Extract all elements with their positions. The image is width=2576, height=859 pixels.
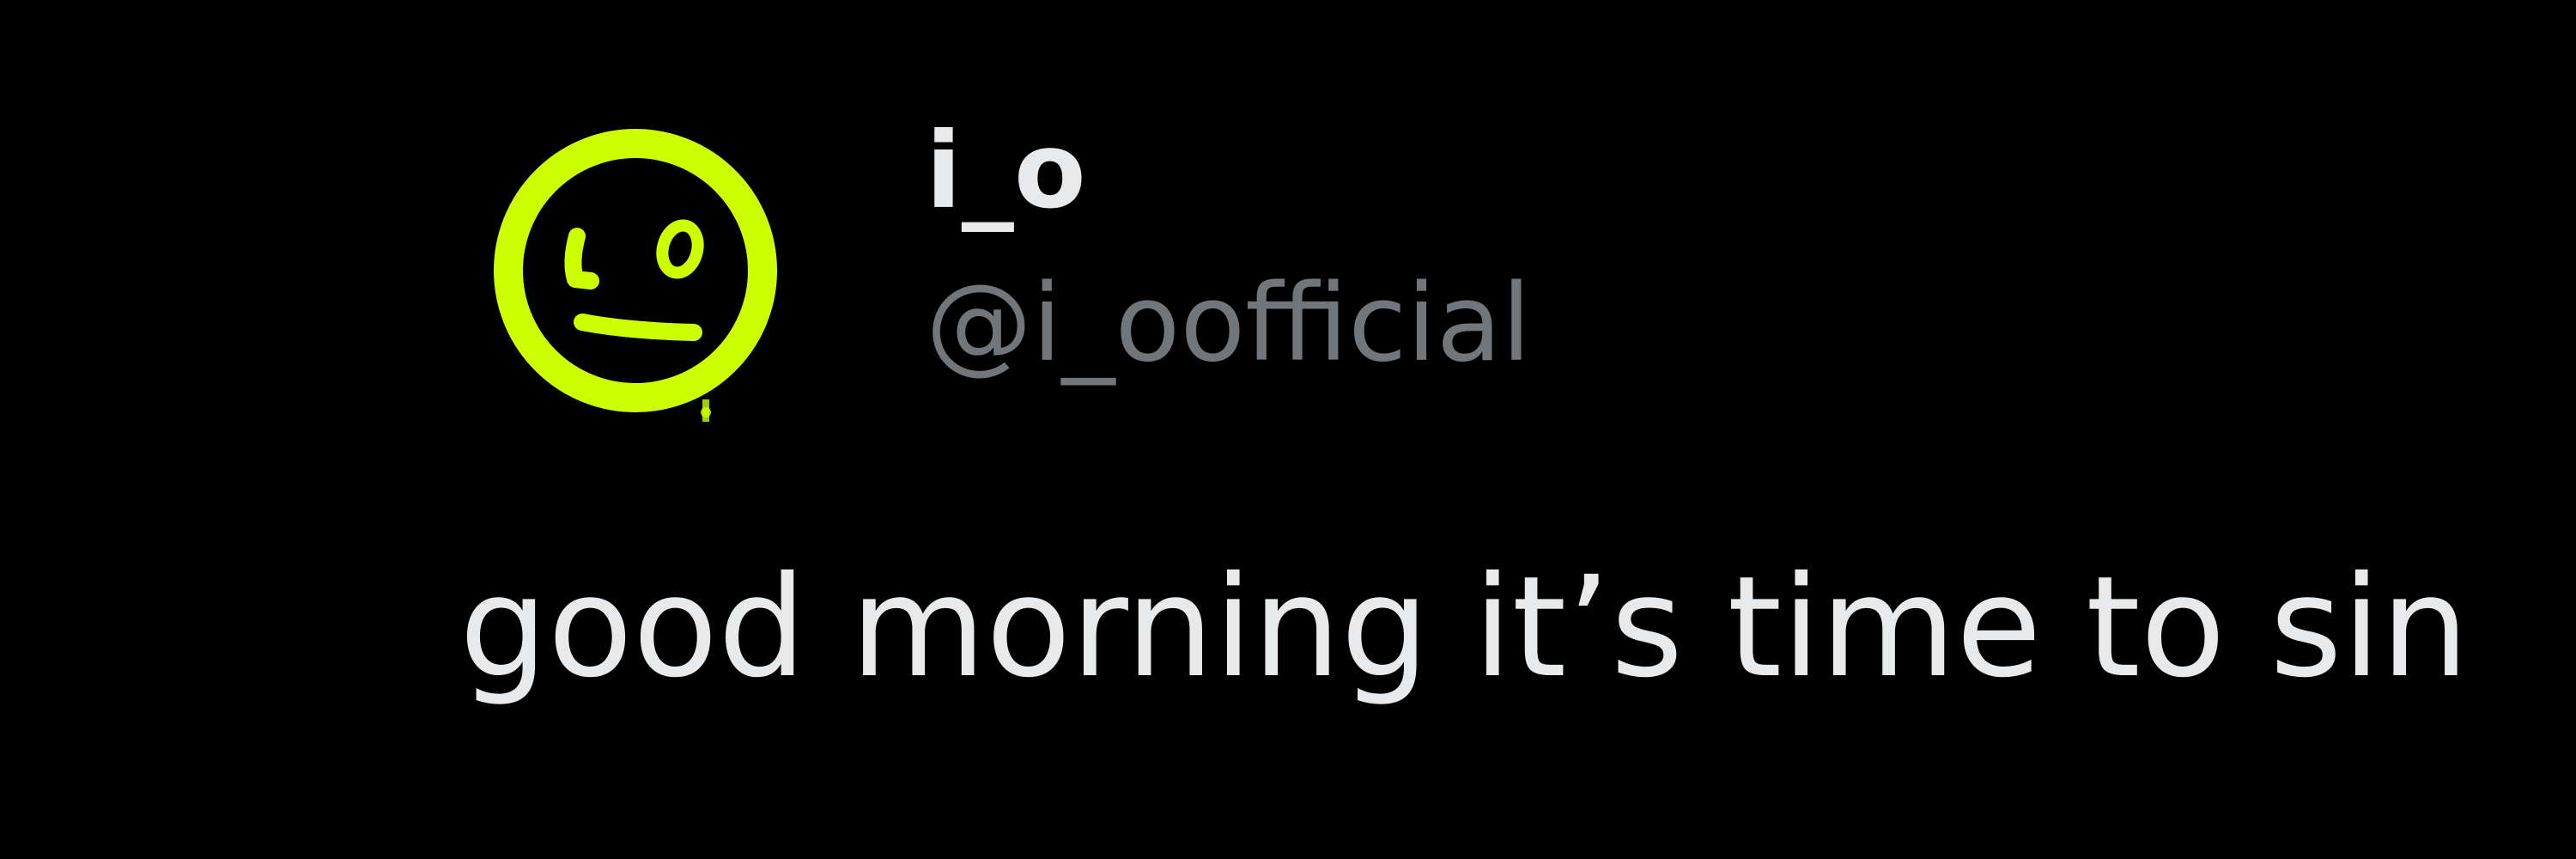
neutral-face-graffiti-icon — [494, 129, 777, 422]
tweet-text: good morning it’s time to sin — [459, 547, 2470, 709]
user-handle[interactable]: @i_oofficial — [926, 271, 1531, 377]
display-name[interactable]: i_o — [926, 119, 1086, 223]
avatar[interactable] — [481, 116, 790, 425]
tweet-card: i_o @i_oofficial good morning it’s time … — [0, 0, 2576, 859]
